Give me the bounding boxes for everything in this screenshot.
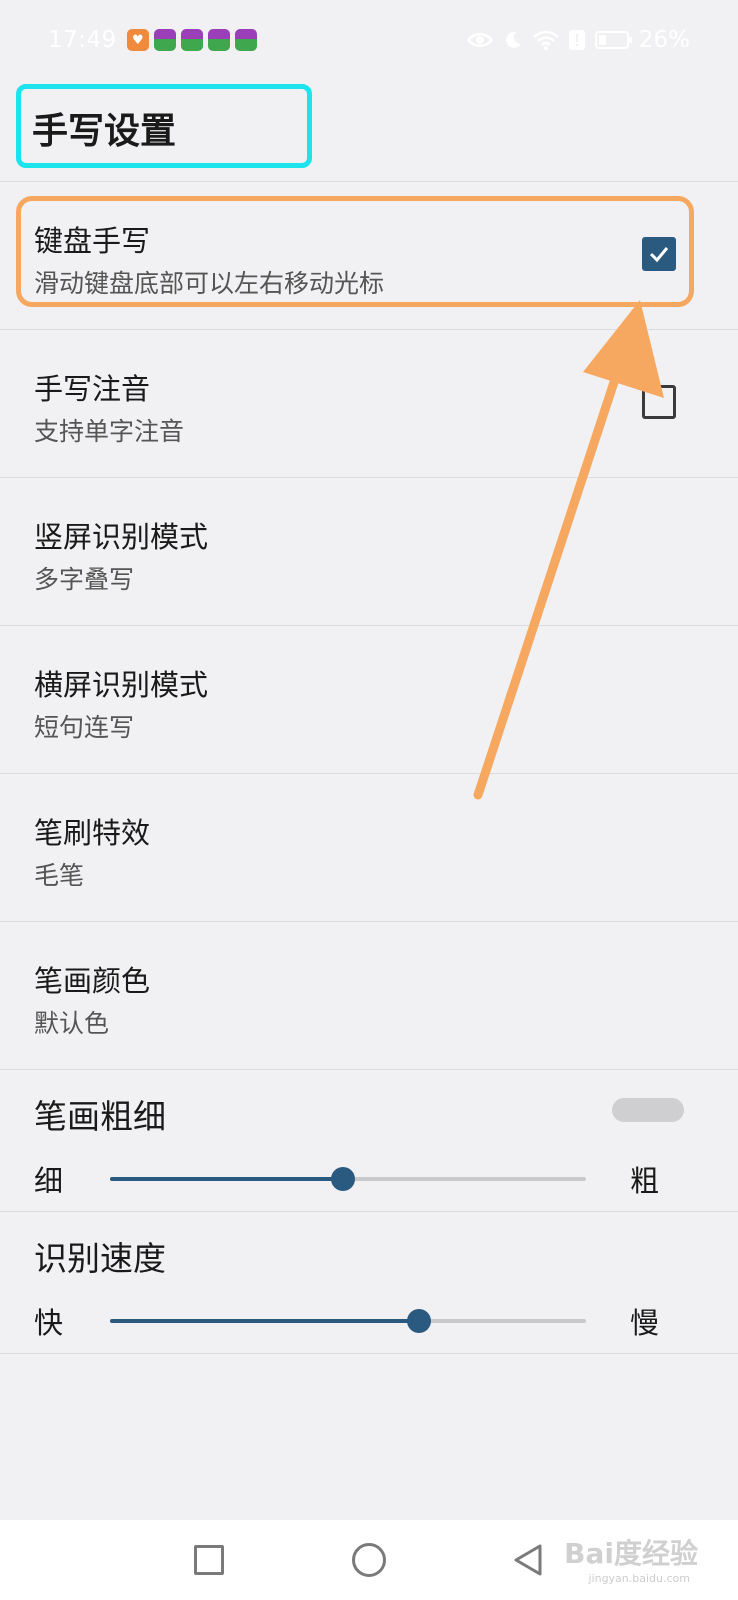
game-app-icon [234,29,257,51]
moon-icon [506,31,521,48]
setting-title: 键盘手写 [34,224,151,258]
setting-subtitle: 默认色 [34,1009,110,1038]
setting-stroke-color[interactable]: 笔画颜色 默认色 [0,922,738,1070]
page-title: 手写设置 [32,111,177,152]
stroke-width-slider[interactable] [110,1167,586,1191]
battery-level [598,35,606,45]
slider-max-label: 慢 [630,1306,660,1340]
baidu-watermark-domain: jingyan.baidu.com [588,1572,690,1585]
setting-subtitle: 滑动键盘底部可以左右移动光标 [34,269,385,298]
battery-percent: 26% [638,27,690,53]
setting-title: 竖屏识别模式 [34,520,209,554]
title-bar: 手写设置 [0,80,738,182]
slider-thumb[interactable] [331,1167,356,1191]
slider-fill [110,1319,420,1323]
stroke-width-preview [612,1098,684,1122]
setting-title: 手写注音 [34,372,151,406]
setting-landscape-mode[interactable]: 横屏识别模式 短句连写 [0,626,738,774]
setting-subtitle: 支持单字注音 [34,417,185,446]
setting-brush-effect[interactable]: 笔刷特效 毛笔 [0,774,738,922]
slider-title: 识别速度 [34,1239,166,1278]
wifi-icon [533,30,559,50]
slider-thumb[interactable] [407,1309,432,1333]
setting-title: 横屏识别模式 [34,668,209,702]
setting-portrait-mode[interactable]: 竖屏识别模式 多字叠写 [0,478,738,626]
status-time: 17:49 [48,27,117,53]
handwriting-phonetic-checkbox[interactable] [642,385,676,419]
setting-subtitle: 短句连写 [34,713,135,742]
status-icons: 26% [466,27,690,53]
setting-recognition-speed: 识别速度 快 慢 [0,1212,738,1354]
back-triangle-icon[interactable] [510,1542,546,1578]
game-app-icon [153,29,176,51]
home-circle-icon[interactable] [352,1543,386,1577]
slider-title: 笔画粗细 [34,1097,166,1136]
eye-icon [466,32,493,48]
settings-list: 键盘手写 滑动键盘底部可以左右移动光标 手写注音 支持单字注音 竖屏识别模式 多… [0,182,738,1354]
slider-min-label: 细 [34,1164,64,1198]
setting-title: 笔画颜色 [34,964,151,998]
check-icon [649,247,669,263]
alert-icon [568,30,585,50]
setting-keyboard-handwriting[interactable]: 键盘手写 滑动键盘底部可以左右移动光标 [0,182,738,330]
setting-subtitle: 多字叠写 [34,565,135,594]
recents-square-icon[interactable] [194,1545,224,1575]
baidu-watermark: Bai度经验 [564,1537,698,1570]
heart-app-icon: ♥ [126,29,149,51]
game-app-icon [207,29,230,51]
setting-handwriting-phonetic[interactable]: 手写注音 支持单字注音 [0,330,738,478]
status-bar: 17:49 ♥ 26% [0,0,738,80]
notification-icons: ♥ [126,29,257,51]
navigation-bar: Bai度经验 jingyan.baidu.com [0,1520,738,1600]
setting-stroke-width: 笔画粗细 细 粗 [0,1070,738,1212]
battery-saver-icon [594,31,632,49]
recognition-speed-slider[interactable] [110,1309,586,1333]
game-app-icon [180,29,203,51]
slider-fill [110,1177,344,1181]
slider-min-label: 快 [34,1306,64,1340]
setting-subtitle: 毛笔 [34,861,85,890]
setting-title: 笔刷特效 [34,816,151,850]
keyboard-handwriting-checkbox[interactable] [642,237,676,271]
slider-max-label: 粗 [630,1164,660,1198]
